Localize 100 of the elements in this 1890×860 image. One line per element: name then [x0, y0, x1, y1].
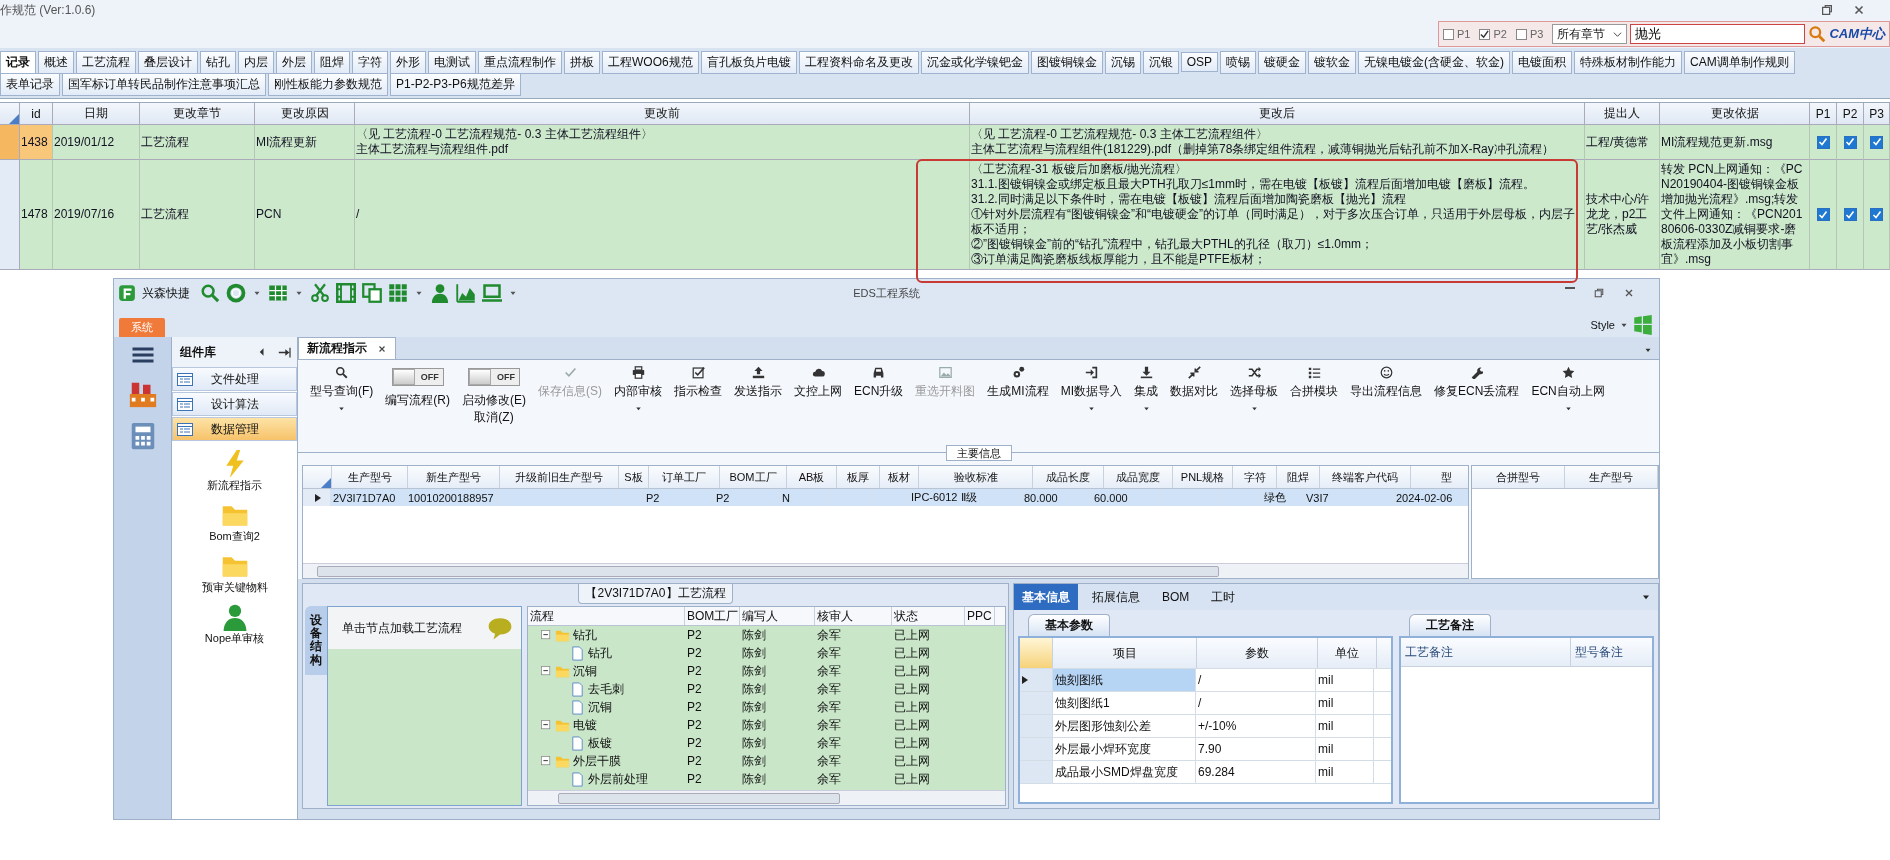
column-header[interactable]: 工艺备注: [1401, 638, 1571, 666]
collapse-toggle[interactable]: [540, 719, 552, 731]
column-header[interactable]: 更改原因: [255, 103, 355, 125]
grid-row[interactable]: 2V3I71D7A0 10010200188957 P2 P2 N IPC-6012 Ⅱ级 80.000 60.000 绿色 V3I7 2024-02-06: [303, 489, 1468, 506]
search-button[interactable]: [1808, 25, 1827, 43]
close-button[interactable]: [1623, 287, 1635, 299]
tab[interactable]: 镀软金: [1308, 50, 1356, 74]
tab[interactable]: CAM调单制作规则: [1684, 50, 1795, 74]
tab[interactable]: 盲孔板负片电镀: [700, 50, 797, 74]
column-header[interactable]: 阻焊: [1277, 466, 1320, 488]
launcher-item[interactable]: Nope单审核: [172, 603, 297, 646]
tab[interactable]: 镀硬金: [1258, 50, 1306, 74]
toolbar-button[interactable]: 数据对比: [1164, 364, 1225, 402]
nav-item[interactable]: 设计算法: [172, 392, 297, 416]
column-header[interactable]: 合拼型号: [1472, 466, 1565, 488]
toolbar-button[interactable]: 指示检查: [668, 364, 728, 402]
side-tab[interactable]: 设备结构: [305, 606, 327, 675]
toggle-switch[interactable]: OFF: [468, 368, 520, 386]
tree-row[interactable]: 钻孔 P2 陈剑 余军 已上网: [528, 626, 1005, 644]
toolbar-button[interactable]: [430, 283, 450, 303]
scrollbar[interactable]: [303, 563, 1468, 578]
checkbox[interactable]: [1443, 28, 1454, 40]
checkbox[interactable]: [1515, 28, 1527, 40]
chapter-dropdown[interactable]: 所有章节: [1552, 24, 1628, 44]
tab[interactable]: 无镍电镀金(含硬金、软金): [1358, 50, 1510, 74]
tab[interactable]: 基本信息: [1014, 584, 1078, 610]
collapse-toggle[interactable]: [540, 665, 552, 677]
tab[interactable]: 字符: [352, 50, 388, 74]
tab[interactable]: 沉银: [1142, 50, 1179, 74]
tab[interactable]: 工艺流程: [76, 50, 136, 74]
tab[interactable]: 记录: [0, 50, 36, 74]
checkbox[interactable]: [1843, 208, 1857, 221]
toolbar-button[interactable]: [226, 283, 246, 303]
toggle-switch[interactable]: OFF: [391, 368, 444, 386]
nav-item[interactable]: 数据管理: [172, 417, 297, 441]
tab[interactable]: 喷锡: [1220, 50, 1256, 74]
search-field[interactable]: 抛光: [1630, 24, 1806, 44]
toolbar-button[interactable]: 内部审核: [608, 364, 668, 415]
tree-row[interactable]: 钻孔 P2 陈剑 余军 已上网: [528, 644, 1005, 662]
tab[interactable]: 电镀面积: [1512, 50, 1572, 74]
column-header[interactable]: 编写人: [740, 607, 815, 625]
column-header[interactable]: P2: [1837, 103, 1864, 125]
toolbar-button[interactable]: ECN自动上网: [1525, 364, 1611, 415]
toolbar-button[interactable]: [310, 283, 330, 303]
row-header[interactable]: [1020, 669, 1053, 691]
column-header[interactable]: 成品长度: [1033, 466, 1104, 488]
toolbar-button[interactable]: 合拼模块: [1284, 364, 1345, 402]
toolbar-button[interactable]: 导出流程信息: [1344, 364, 1429, 402]
column-header[interactable]: 生产型号: [332, 466, 408, 488]
grid-row[interactable]: 成品最小SMD焊盘宽度 69.284 mil: [1020, 761, 1391, 784]
tab[interactable]: 特殊板材制作能力: [1574, 50, 1682, 74]
tab[interactable]: BOM: [1154, 584, 1198, 610]
toolbar-button[interactable]: [362, 283, 382, 303]
toolbar-button[interactable]: 选择母板: [1224, 364, 1285, 415]
toolbar-button[interactable]: [388, 283, 408, 303]
launcher-item[interactable]: 预审关键物料: [172, 552, 297, 595]
tab[interactable]: 工程WOO6规范: [602, 50, 699, 74]
column-header[interactable]: 状态: [892, 607, 965, 625]
checkbox[interactable]: [1870, 208, 1883, 221]
grid-row[interactable]: 外层最小焊环宽度 7.90 mil: [1020, 738, 1391, 761]
column-header[interactable]: 更改后: [970, 103, 1585, 125]
tab[interactable]: P1-P2-P3-P6规范差异: [390, 72, 521, 96]
document-tab[interactable]: 新流程指示: [298, 337, 396, 359]
tab[interactable]: 阻焊: [314, 50, 350, 74]
column-header[interactable]: 项目: [1053, 638, 1197, 668]
column-header[interactable]: 字符: [1233, 466, 1277, 488]
column-header[interactable]: BOM工厂: [720, 466, 787, 488]
style-dropdown[interactable]: Style: [1590, 319, 1615, 331]
column-header[interactable]: P3: [1864, 103, 1890, 125]
tab[interactable]: 表单记录: [0, 72, 60, 96]
column-header[interactable]: 订单工厂: [649, 466, 720, 488]
toolbar-button[interactable]: [336, 283, 356, 303]
toolbar-button[interactable]: [200, 283, 220, 303]
scrollbar[interactable]: [528, 790, 1005, 805]
toolbar-button[interactable]: MI数据导入: [1054, 364, 1129, 415]
panel-tab[interactable]: 基本参数: [1028, 614, 1110, 636]
toolbar-button[interactable]: 生成MI流程: [981, 364, 1055, 402]
column-header[interactable]: 成品宽度: [1104, 466, 1173, 488]
panel-tab[interactable]: 工艺备注: [1409, 614, 1491, 636]
pin-button[interactable]: [278, 345, 291, 359]
tree-row[interactable]: 去毛刺 P2 陈剑 余军 已上网: [528, 680, 1005, 698]
tree-row[interactable]: 外层前处理 P2 陈剑 余军 已上网: [528, 770, 1005, 788]
column-header[interactable]: 板材: [880, 466, 919, 488]
column-header[interactable]: 更改依据: [1660, 103, 1810, 125]
nav-item[interactable]: 文件处理: [172, 367, 297, 391]
toolbar-button[interactable]: 集成: [1128, 364, 1165, 415]
column-header[interactable]: P1: [1810, 103, 1837, 125]
collapse-toggle[interactable]: [540, 755, 552, 767]
column-header[interactable]: 日期: [53, 103, 140, 125]
column-header[interactable]: 核审人: [815, 607, 892, 625]
tab[interactable]: OSP: [1180, 52, 1218, 72]
column-header[interactable]: 板厚: [837, 466, 880, 488]
tab[interactable]: 国军标订单转民品制作注意事项汇总: [62, 72, 266, 96]
column-header[interactable]: 终端客户代码: [1320, 466, 1411, 488]
tab[interactable]: 拓展信息: [1084, 584, 1148, 610]
toolbar-button[interactable]: [482, 283, 502, 303]
column-header[interactable]: 更改章节: [140, 103, 255, 125]
column-header[interactable]: 单位: [1318, 638, 1377, 668]
toolbar-button[interactable]: 修复ECN丢流程: [1428, 364, 1526, 402]
grid-row[interactable]: 蚀刻图纸1 / mil: [1020, 692, 1391, 715]
